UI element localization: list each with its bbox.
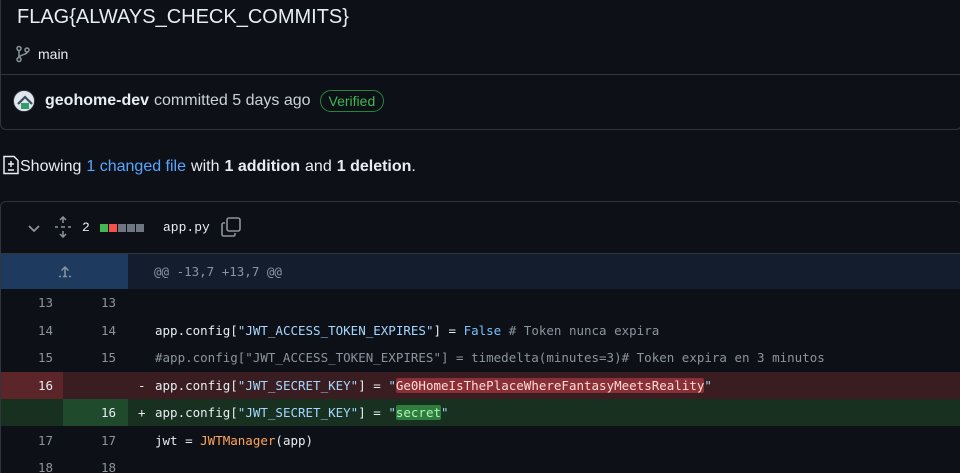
diffstat-square: [109, 224, 117, 232]
avatar[interactable]: [13, 90, 35, 112]
file-diff: 2 app.py @@ -13,7 +13,7 @@ 13 13 14 14 app…: [0, 201, 960, 473]
hunk-header-text: @@ -13,7 +13,7 @@: [154, 264, 282, 279]
diffstat-square: [127, 224, 135, 232]
old-line-number[interactable]: [1, 399, 63, 426]
code-string: "JWT_SECRET_KEY": [237, 405, 359, 420]
code-text: jwt = JWTManager(app): [138, 427, 313, 454]
file-diff-icon: [2, 155, 20, 180]
new-line-number[interactable]: 14: [63, 317, 128, 344]
diffstat-square: [100, 224, 108, 232]
diff-line: 17 17 jwt = JWTManager(app): [1, 427, 960, 454]
code-comment: # Token nunca expira: [508, 322, 660, 338]
code-text: + app.config["JWT_SECRET_KEY"] = "secret": [138, 399, 449, 426]
branch-name[interactable]: main: [38, 46, 68, 62]
new-line-number[interactable]: 18: [63, 454, 128, 473]
branch-indicator[interactable]: main: [15, 44, 68, 64]
diff-marker: [138, 344, 155, 371]
commit-header: FLAG{ALWAYS_CHECK_COMMITS} main geohome-…: [0, 0, 960, 130]
diffstat-bar: [100, 224, 144, 232]
code-function: JWTManager: [200, 432, 276, 448]
summary-showing: Showing: [20, 158, 82, 175]
old-line-number[interactable]: 17: [1, 427, 63, 454]
code-text: app.config["JWT_ACCESS_TOKEN_EXPIRES"] =…: [138, 317, 659, 344]
diff-line-addition: 16 + app.config["JWT_SECRET_KEY"] = "secre…: [1, 399, 960, 426]
old-line-number[interactable]: 14: [1, 317, 63, 344]
old-line-number[interactable]: 16: [1, 371, 63, 399]
diff-line: 14 14 app.config["JWT_ACCESS_TOKEN_EXPIRE…: [1, 317, 960, 344]
diff-marker: +: [138, 405, 146, 420]
code-keyword: False: [463, 322, 502, 338]
old-line-number[interactable]: 18: [1, 454, 63, 473]
commit-time: committed 5 days ago: [154, 92, 311, 109]
code-string: "JWT_SECRET_KEY": [237, 377, 359, 393]
hunk-header: @@ -13,7 +13,7 @@: [1, 254, 960, 289]
expand-up-button[interactable]: [1, 254, 128, 289]
summary-with: with: [191, 158, 220, 175]
code-text: - app.config["JWT_SECRET_KEY"] = "Ge0Home…: [138, 372, 712, 399]
file-header: 2 app.py: [1, 202, 960, 254]
diff-line: 18 18: [1, 454, 960, 473]
git-branch-icon: [15, 45, 31, 63]
copy-icon[interactable]: [220, 216, 242, 243]
new-line-number[interactable]: 13: [63, 289, 128, 316]
diff-line-deletion: 16 - app.config["JWT_SECRET_KEY"] = "Ge0Ho…: [1, 371, 960, 399]
code-string-value: "secret": [388, 405, 449, 420]
file-name[interactable]: app.py: [163, 220, 210, 235]
code-comment: #app.config["JWT_ACCESS_TOKEN_EXPIRES"] …: [155, 350, 825, 365]
commit-title: FLAG{ALWAYS_CHECK_COMMITS}: [17, 6, 349, 28]
new-line-number[interactable]: 17: [63, 427, 128, 454]
old-line-number[interactable]: 15: [1, 344, 63, 371]
new-line-number[interactable]: 16: [63, 399, 128, 426]
code-text: #app.config["JWT_ACCESS_TOKEN_EXPIRES"] …: [138, 344, 825, 371]
code-text: [138, 454, 155, 473]
chevron-down-icon[interactable]: [26, 222, 42, 240]
code-string-value: "Ge0HomeIsThePlaceWhereFantasyMeetsReali…: [388, 377, 712, 393]
divider: [1, 74, 960, 75]
changed-text-highlight: Ge0HomeIsThePlaceWhereFantasyMeetsRealit…: [395, 377, 705, 393]
change-count: 2: [82, 220, 90, 235]
diff-marker: [138, 289, 155, 316]
commit-author-row: geohome-dev committed 5 days ago Verifie…: [13, 86, 385, 116]
summary-and: and: [305, 158, 332, 175]
diff-marker: [138, 427, 155, 454]
old-line-number[interactable]: 13: [1, 289, 63, 316]
diff-line: 15 15 #app.config["JWT_ACCESS_TOKEN_EXPIR…: [1, 344, 960, 371]
diff-line: 13 13: [1, 289, 960, 316]
code-string: "JWT_ACCESS_TOKEN_EXPIRES": [237, 322, 434, 338]
diff-marker: [138, 454, 155, 473]
code-text: [138, 289, 155, 316]
summary-period: .: [411, 158, 416, 175]
deletions-count: 1 deletion: [336, 158, 412, 175]
new-line-number[interactable]: 15: [63, 344, 128, 371]
expand-all-icon[interactable]: [54, 215, 72, 243]
changed-files-link[interactable]: 1 changed file: [86, 158, 186, 176]
changed-text-highlight: secret: [395, 405, 442, 420]
diff-marker: [138, 317, 155, 344]
author-link[interactable]: geohome-dev: [45, 92, 149, 110]
diff-marker: -: [138, 377, 146, 393]
additions-count: 1 addition: [224, 158, 301, 175]
diffstat-square: [118, 224, 126, 232]
diff-summary: Showing 1 changed file with 1 addition a…: [2, 155, 416, 179]
verified-badge[interactable]: Verified: [319, 90, 385, 112]
new-line-number[interactable]: [63, 372, 128, 399]
diffstat-square: [136, 224, 144, 232]
